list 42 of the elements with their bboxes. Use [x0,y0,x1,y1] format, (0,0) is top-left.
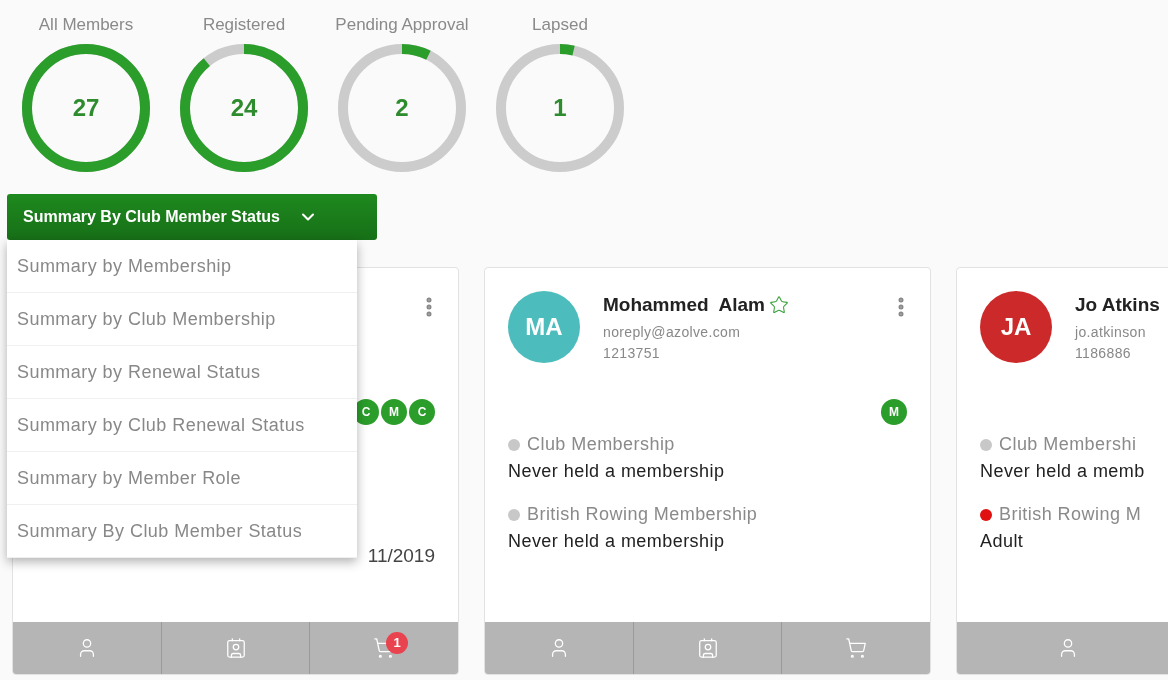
id-card-icon [696,637,719,659]
cart-icon [845,637,868,659]
profile-button[interactable] [957,622,1168,674]
membership-label: Club Membership [527,433,675,456]
membership-value: Never held a memb [980,460,1146,483]
count-badge: 1 [386,632,409,654]
cart-button[interactable] [781,622,930,674]
member-name: Jo Atkins [1075,293,1160,317]
avatar: MA [508,291,580,363]
stat-label: Lapsed [532,14,588,36]
dropdown-option[interactable]: Summary by Membership [7,240,357,293]
membership-value: Never held a membership [508,530,726,553]
membership-label: Club Membershi [999,433,1137,456]
summary-dropdown[interactable]: Summary By Club Member Status [7,194,377,240]
member-email: jo.atkinson [1075,322,1147,342]
stat-label: Registered [202,14,286,36]
id-card-button[interactable] [160,622,310,674]
member-email: noreply@azolve.com [603,322,742,342]
membership-value: Adult [980,530,1025,553]
member-id: 1186886 [1075,343,1132,363]
membership-label: British Rowing Membership [527,503,758,526]
id-card-icon [224,637,247,659]
member-id: 1213751 [603,343,661,363]
member-name: Mohammed Alam [603,293,765,317]
stat-value: 24 [230,93,258,123]
membership-value: Never held a membership [508,460,726,483]
stat-value: 2 [395,93,409,123]
stat-value: 1 [553,93,567,123]
membership-badge: C [409,399,435,425]
stat-value: 27 [72,93,100,123]
membership-label: British Rowing M [999,503,1142,526]
id-card-button[interactable] [632,622,782,674]
date-text: 11/2019 [367,543,435,568]
stat-label: All Members [38,14,134,36]
avatar: JA [980,291,1052,363]
stat-label: Pending Approval [335,14,469,36]
profile-button[interactable] [485,622,633,674]
membership-badge: M [381,399,407,425]
star-icon[interactable] [768,295,789,316]
profile-button[interactable] [13,622,161,674]
membership-badge: M [881,399,907,425]
cart-button[interactable]: 1 [309,622,458,674]
